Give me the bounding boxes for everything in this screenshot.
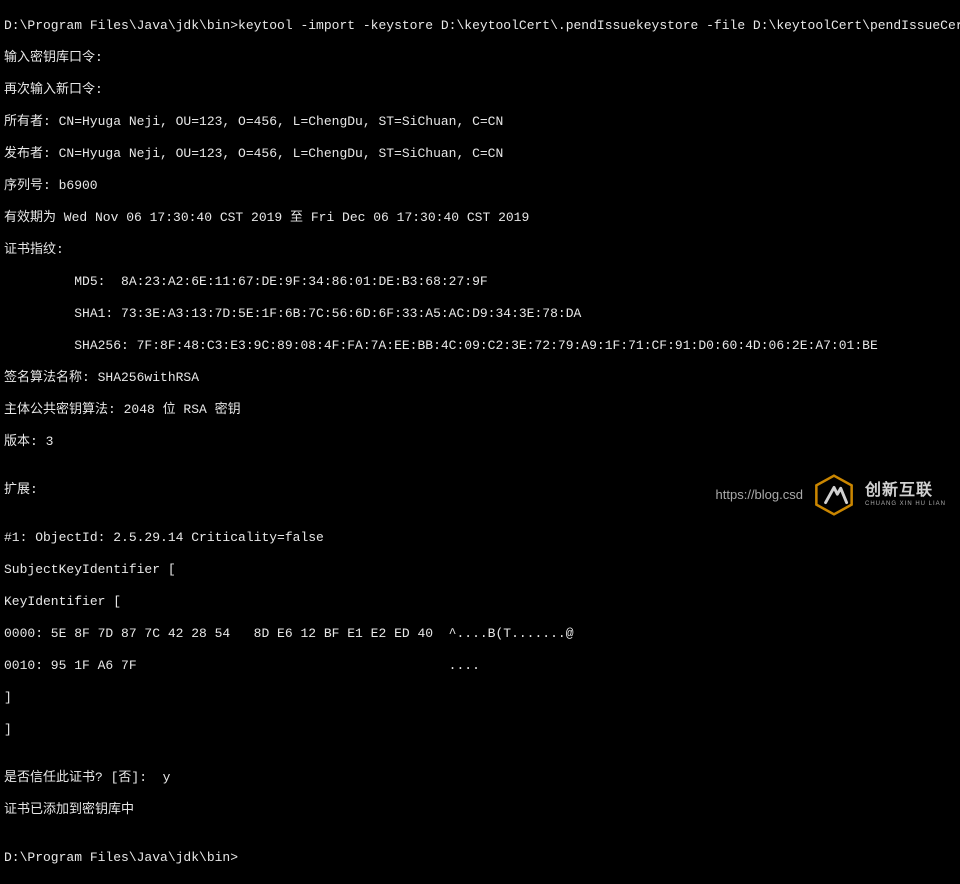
output-line: 所有者: CN=Hyuga Neji, OU=123, O=456, L=Che… (4, 114, 956, 130)
watermark-brand-en: CHUANG XIN HU LIAN (865, 501, 946, 507)
prompt-text: D:\Program Files\Java\jdk\bin> (4, 18, 238, 33)
prompt-idle: D:\Program Files\Java\jdk\bin> (4, 850, 956, 866)
output-line: ] (4, 722, 956, 738)
output-line: SHA1: 73:3E:A3:13:7D:5E:1F:6B:7C:56:6D:6… (4, 306, 956, 322)
output-line: KeyIdentifier [ (4, 594, 956, 610)
trust-prompt-line: 是否信任此证书? [否]: y (4, 770, 956, 786)
output-line: #1: ObjectId: 2.5.29.14 Criticality=fals… (4, 530, 956, 546)
watermark-logo-icon (813, 474, 855, 516)
watermark-brand-cn: 创新互联 (865, 483, 946, 499)
output-line: 0000: 5E 8F 7D 87 7C 42 28 54 8D E6 12 B… (4, 626, 956, 642)
typed-command: keytool -import -keystore D:\keytoolCert… (238, 18, 960, 33)
watermark-url: https://blog.csd (716, 487, 803, 503)
output-line: MD5: 8A:23:A2:6E:11:67:DE:9F:34:86:01:DE… (4, 274, 956, 290)
output-line: 签名算法名称: SHA256withRSA (4, 370, 956, 386)
output-line: 输入密钥库口令: (4, 50, 956, 66)
output-line: 有效期为 Wed Nov 06 17:30:40 CST 2019 至 Fri … (4, 210, 956, 226)
output-line: 证书指纹: (4, 242, 956, 258)
watermark-brand: 创新互联 CHUANG XIN HU LIAN (865, 483, 946, 507)
watermark: https://blog.csd 创新互联 CHUANG XIN HU LIAN (716, 474, 946, 516)
terminal-window[interactable]: D:\Program Files\Java\jdk\bin>keytool -i… (0, 0, 960, 884)
output-line: SHA256: 7F:8F:48:C3:E3:9C:89:08:4F:FA:7A… (4, 338, 956, 354)
output-line: SubjectKeyIdentifier [ (4, 562, 956, 578)
output-line: 主体公共密钥算法: 2048 位 RSA 密钥 (4, 402, 956, 418)
command-line: D:\Program Files\Java\jdk\bin>keytool -i… (4, 18, 956, 34)
output-line: 发布者: CN=Hyuga Neji, OU=123, O=456, L=Che… (4, 146, 956, 162)
output-line: 再次输入新口令: (4, 82, 956, 98)
output-line: 版本: 3 (4, 434, 956, 450)
output-line: 证书已添加到密钥库中 (4, 802, 956, 818)
output-line: 序列号: b6900 (4, 178, 956, 194)
output-line: 0010: 95 1F A6 7F .... (4, 658, 956, 674)
output-line: ] (4, 690, 956, 706)
